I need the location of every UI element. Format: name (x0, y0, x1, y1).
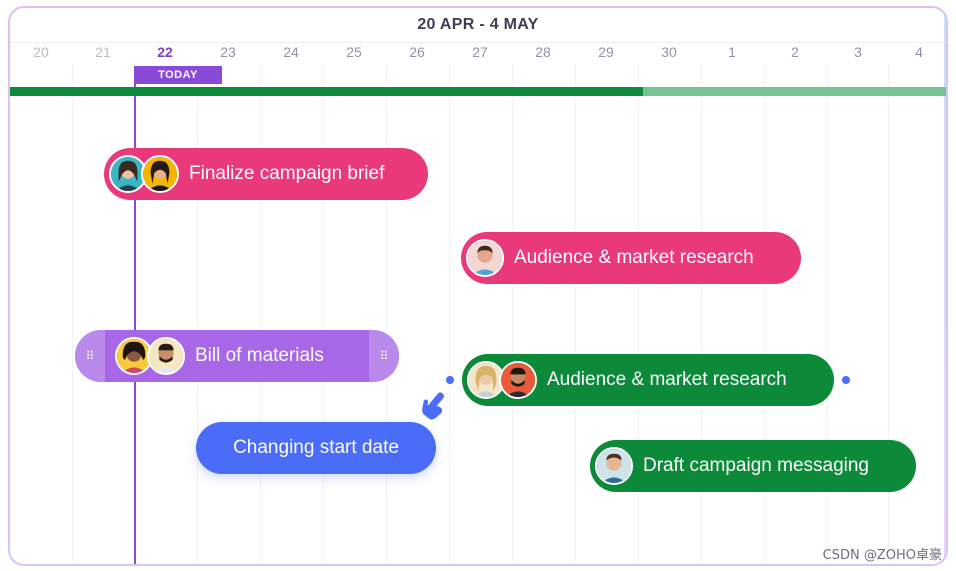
dependency-dot-right[interactable] (842, 376, 850, 384)
task-label: Finalize campaign brief (189, 163, 385, 184)
grid-line (260, 64, 261, 564)
task-label: Draft campaign messaging (643, 455, 869, 476)
date-range-title: 20 APR - 4 MAY (417, 16, 539, 33)
day-header: 26 (409, 44, 425, 60)
assignees (467, 361, 537, 399)
drag-handle-icon: ⠿ (379, 349, 389, 363)
person-woman-icon (141, 155, 179, 193)
task-label: Audience & market research (547, 369, 787, 390)
day-header: 21 (95, 44, 111, 60)
task-label: Bill of materials (195, 345, 324, 366)
task-bar-draft-campaign-messaging[interactable]: Draft campaign messaging (590, 440, 916, 492)
task-bar-audience-market-research-green[interactable]: Audience & market research (462, 354, 834, 406)
grid-line (386, 64, 387, 564)
header-divider (10, 42, 946, 43)
changing-start-date-tooltip: Changing start date (196, 422, 436, 474)
drag-handle-left[interactable]: ⠿ (75, 330, 105, 382)
timeline-progress-completed (10, 87, 643, 96)
person-man-icon (466, 239, 504, 277)
day-header: 3 (854, 44, 862, 60)
drag-hint-label: Changing start date (233, 437, 399, 458)
today-marker-line (134, 66, 136, 564)
drag-handle-right[interactable]: ⠿ (369, 330, 399, 382)
watermark: CSDN @ZOHO卓豪 (822, 548, 942, 563)
task-bar-audience-market-research[interactable]: Audience & market research (461, 232, 801, 284)
grid-line (449, 64, 450, 564)
task-bar-body: Bill of materials (105, 330, 369, 382)
grid-line (197, 64, 198, 564)
day-header: 28 (535, 44, 551, 60)
day-header-today: 22 (157, 44, 173, 60)
day-header: 20 (33, 44, 49, 60)
assignees (115, 337, 185, 375)
day-header: 4 (915, 44, 923, 60)
today-badge: TODAY (134, 66, 222, 84)
task-label: Audience & market research (514, 247, 754, 268)
grid-line (575, 64, 576, 564)
dependency-dot-left[interactable] (446, 376, 454, 384)
day-header: 29 (598, 44, 614, 60)
task-bar-finalize-campaign-brief[interactable]: Finalize campaign brief (104, 148, 428, 200)
grid-line (323, 64, 324, 564)
drag-handle-icon: ⠿ (85, 349, 95, 363)
timeline-progress-remaining (643, 87, 946, 96)
task-bar-bill-of-materials[interactable]: ⠿ Bill of materials ⠿ (75, 330, 399, 382)
grid-line (72, 64, 73, 564)
hand-pointer-icon (422, 392, 445, 420)
day-header: 30 (661, 44, 677, 60)
person-man-icon (595, 447, 633, 485)
person-man-icon (499, 361, 537, 399)
day-header: 23 (220, 44, 236, 60)
grid-line (512, 64, 513, 564)
day-header: 1 (728, 44, 736, 60)
gantt-chart: 20 APR - 4 MAY 20 21 22 23 24 25 26 27 2… (8, 6, 948, 566)
assignees (595, 447, 633, 485)
assignees (466, 239, 504, 277)
day-header: 2 (791, 44, 799, 60)
day-header: 25 (346, 44, 362, 60)
person-man-icon (147, 337, 185, 375)
day-header: 24 (283, 44, 299, 60)
assignees (109, 155, 179, 193)
day-header: 27 (472, 44, 488, 60)
